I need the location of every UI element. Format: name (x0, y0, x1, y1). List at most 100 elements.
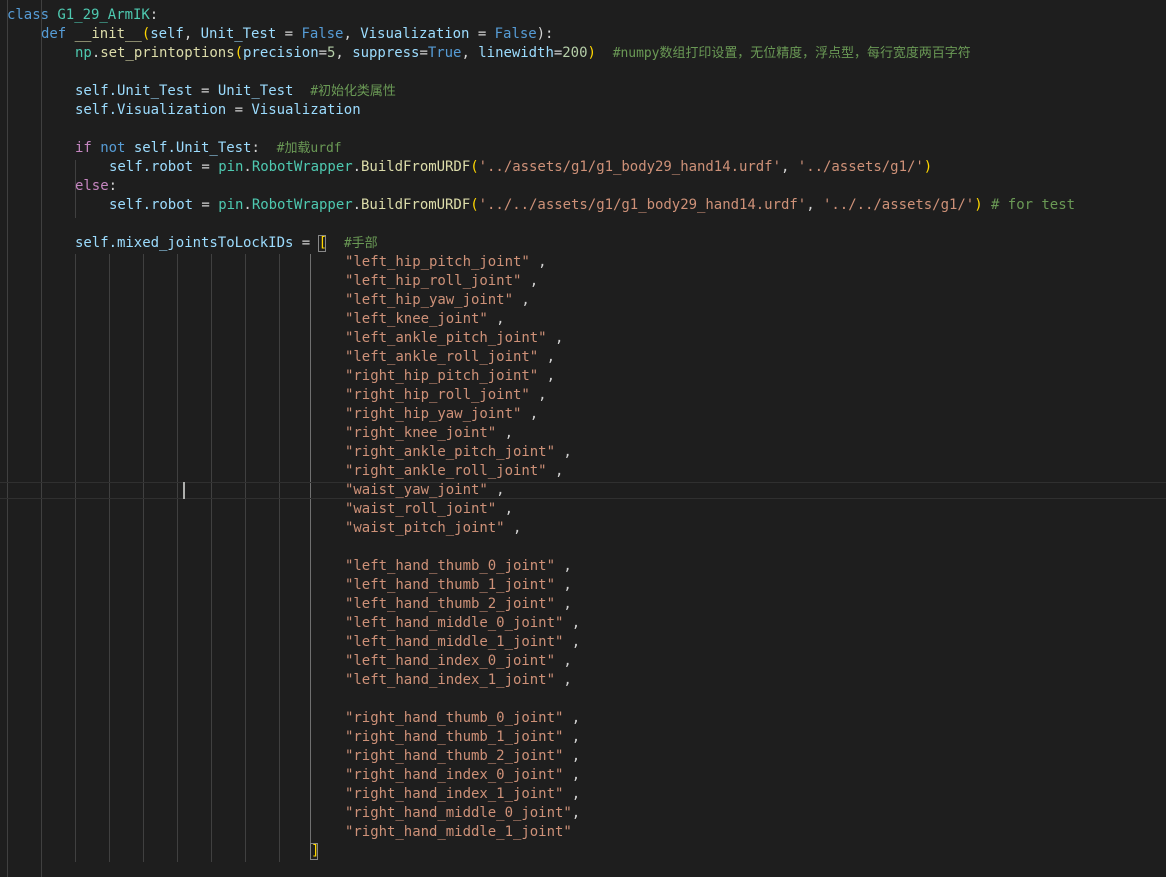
joint-name-string: "left_knee_joint" (345, 311, 488, 327)
keyword: else (75, 178, 109, 194)
code-line-joint[interactable]: "right_hip_yaw_joint" , (7, 405, 538, 424)
code-line-joint[interactable]: "right_hand_thumb_1_joint" , (7, 728, 580, 747)
code-line-joint[interactable]: "left_hand_thumb_2_joint" , (7, 595, 572, 614)
code-line-joint[interactable]: "right_hand_index_1_joint" , (7, 785, 580, 804)
code-line-close-bracket[interactable]: ] (7, 842, 319, 861)
code-line-joint[interactable]: "left_hand_index_0_joint" , (7, 652, 572, 671)
joint-name-string: "left_hand_thumb_0_joint" (345, 558, 555, 574)
punct: = (276, 26, 302, 42)
code-line-joint[interactable]: "left_hip_roll_joint" , (7, 272, 538, 291)
keyword: def (41, 26, 67, 42)
separator: , (512, 292, 530, 308)
joint-name-string: "left_hip_yaw_joint" (345, 292, 513, 308)
variable: Unit_Test (217, 83, 294, 99)
separator: , (521, 273, 539, 289)
separator: , (496, 425, 513, 441)
joint-name-string: "waist_pitch_joint" (345, 520, 505, 536)
code-line-joint[interactable]: "left_ankle_roll_joint" , (7, 348, 555, 367)
code-line-joint[interactable]: "waist_yaw_joint" , (7, 481, 505, 500)
code-line-robot-load[interactable]: self.robot = pin.RobotWrapper.BuildFromU… (7, 158, 932, 177)
separator: , (563, 729, 581, 745)
joint-name-string: "left_hip_roll_joint" (345, 273, 522, 289)
code-line-if[interactable]: if not self.Unit_Test: #加载urdf (7, 139, 342, 158)
string: '../assets/g1/g1_body29_hand14.urdf' (478, 159, 781, 175)
code-line-joint[interactable]: "left_hand_middle_1_joint" , (7, 633, 580, 652)
code-line-joint[interactable]: "left_hand_middle_0_joint" , (7, 614, 580, 633)
attribute: .Visualization (108, 102, 227, 118)
code-line-joint[interactable]: "right_hand_middle_1_joint" (7, 823, 572, 842)
code-line-joint[interactable]: "right_ankle_roll_joint" , (7, 462, 563, 481)
code-line-joint[interactable]: "left_hand_thumb_1_joint" , (7, 576, 572, 595)
joint-name-string: "right_hand_middle_0_joint" (345, 805, 572, 821)
code-line-joint[interactable]: "right_hand_thumb_2_joint" , (7, 747, 580, 766)
joint-name-string: "left_ankle_roll_joint" (345, 349, 539, 365)
code-line-joint[interactable]: "left_hand_index_1_joint" , (7, 671, 572, 690)
string: '../assets/g1/' (797, 159, 924, 175)
literal: False (301, 26, 344, 42)
bracket: ) (587, 45, 596, 61)
separator: , (529, 387, 547, 403)
keyword: class (7, 7, 49, 23)
punct: , (335, 45, 353, 61)
code-line-joint[interactable]: "right_hand_index_0_joint" , (7, 766, 580, 785)
joint-name-string: "left_hand_middle_1_joint" (345, 634, 564, 650)
joint-name-string: "left_hand_thumb_2_joint" (345, 596, 555, 612)
joint-name-string: "waist_roll_joint" (345, 501, 497, 517)
code-editor[interactable]: class G1_29_ArmIK: def __init__(self, Un… (0, 0, 1166, 877)
code-line-else[interactable]: else: (7, 177, 117, 196)
code-line-class[interactable]: class G1_29_ArmIK: (7, 6, 158, 25)
bracket: ) (974, 197, 983, 213)
joint-name-string: "right_hand_thumb_0_joint" (345, 710, 564, 726)
separator: , (554, 653, 572, 669)
code-line-robot-load-test[interactable]: self.robot = pin.RobotWrapper.BuildFromU… (7, 196, 1075, 215)
punct: = (193, 159, 219, 175)
keyword: not (100, 140, 126, 156)
code-line-joint[interactable]: "left_knee_joint" , (7, 310, 505, 329)
separator: , (563, 710, 581, 726)
function-name: BuildFromURDF (361, 197, 471, 213)
code-line-def[interactable]: def __init__(self, Unit_Test = False, Vi… (7, 25, 553, 44)
separator: , (546, 330, 564, 346)
punct: = (469, 26, 495, 42)
attribute: .Unit_Test (108, 83, 193, 99)
punct: = (192, 83, 218, 99)
code-line-assign-unit-test[interactable]: self.Unit_Test = Unit_Test #初始化类属性 (7, 82, 396, 101)
class-name: G1_29_ArmIK (57, 7, 150, 23)
code-line-assign-visualization[interactable]: self.Visualization = Visualization (7, 101, 361, 120)
code-line-joint[interactable]: "right_hand_middle_0_joint", (7, 804, 580, 823)
code-line-joint[interactable]: "right_ankle_pitch_joint" , (7, 443, 572, 462)
kwarg: suppress (352, 45, 420, 61)
code-line-joint[interactable]: "right_hand_thumb_0_joint" , (7, 709, 580, 728)
punct: , (806, 197, 823, 213)
separator: , (554, 577, 572, 593)
self: self (133, 140, 168, 156)
joint-name-string: "left_hand_index_1_joint" (345, 672, 555, 688)
separator: , (554, 444, 572, 460)
code-line-joint[interactable]: "left_hand_thumb_0_joint" , (7, 557, 572, 576)
code-line-joint[interactable]: "left_ankle_pitch_joint" , (7, 329, 563, 348)
punct: . (91, 45, 101, 61)
joint-name-string: "right_hand_index_1_joint" (345, 786, 564, 802)
code-line-printoptions[interactable]: np.set_printoptions(precision=5, suppres… (7, 44, 971, 63)
attribute: .mixed_jointsToLockIDs (108, 235, 294, 251)
string: '../../assets/g1/' (823, 197, 975, 213)
self: self (109, 159, 143, 175)
self: self (109, 197, 143, 213)
code-line-joint[interactable]: "left_hip_yaw_joint" , (7, 291, 530, 310)
bracket: ] (311, 843, 320, 859)
comment: #初始化类属性 (310, 84, 396, 99)
code-line-joint[interactable]: "right_hip_pitch_joint" , (7, 367, 555, 386)
class-name: RobotWrapper (251, 159, 353, 175)
number: 200 (562, 45, 588, 61)
code-line-joint[interactable]: "waist_roll_joint" , (7, 500, 513, 519)
joint-name-string: "left_ankle_pitch_joint" (345, 330, 547, 346)
separator: , (496, 501, 513, 517)
punct: : (251, 140, 260, 156)
code-line-joint[interactable]: "waist_pitch_joint" , (7, 519, 521, 538)
code-line-mixed-joints[interactable]: self.mixed_jointsToLockIDs = [ #手部 (7, 234, 378, 253)
string: '../../assets/g1/g1_body29_hand14.urdf' (478, 197, 807, 213)
code-line-joint[interactable]: "right_hip_roll_joint" , (7, 386, 547, 405)
code-line-joint[interactable]: "left_hip_pitch_joint" , (7, 253, 547, 272)
code-line-joint[interactable]: "right_knee_joint" , (7, 424, 513, 443)
punct: = (193, 197, 219, 213)
